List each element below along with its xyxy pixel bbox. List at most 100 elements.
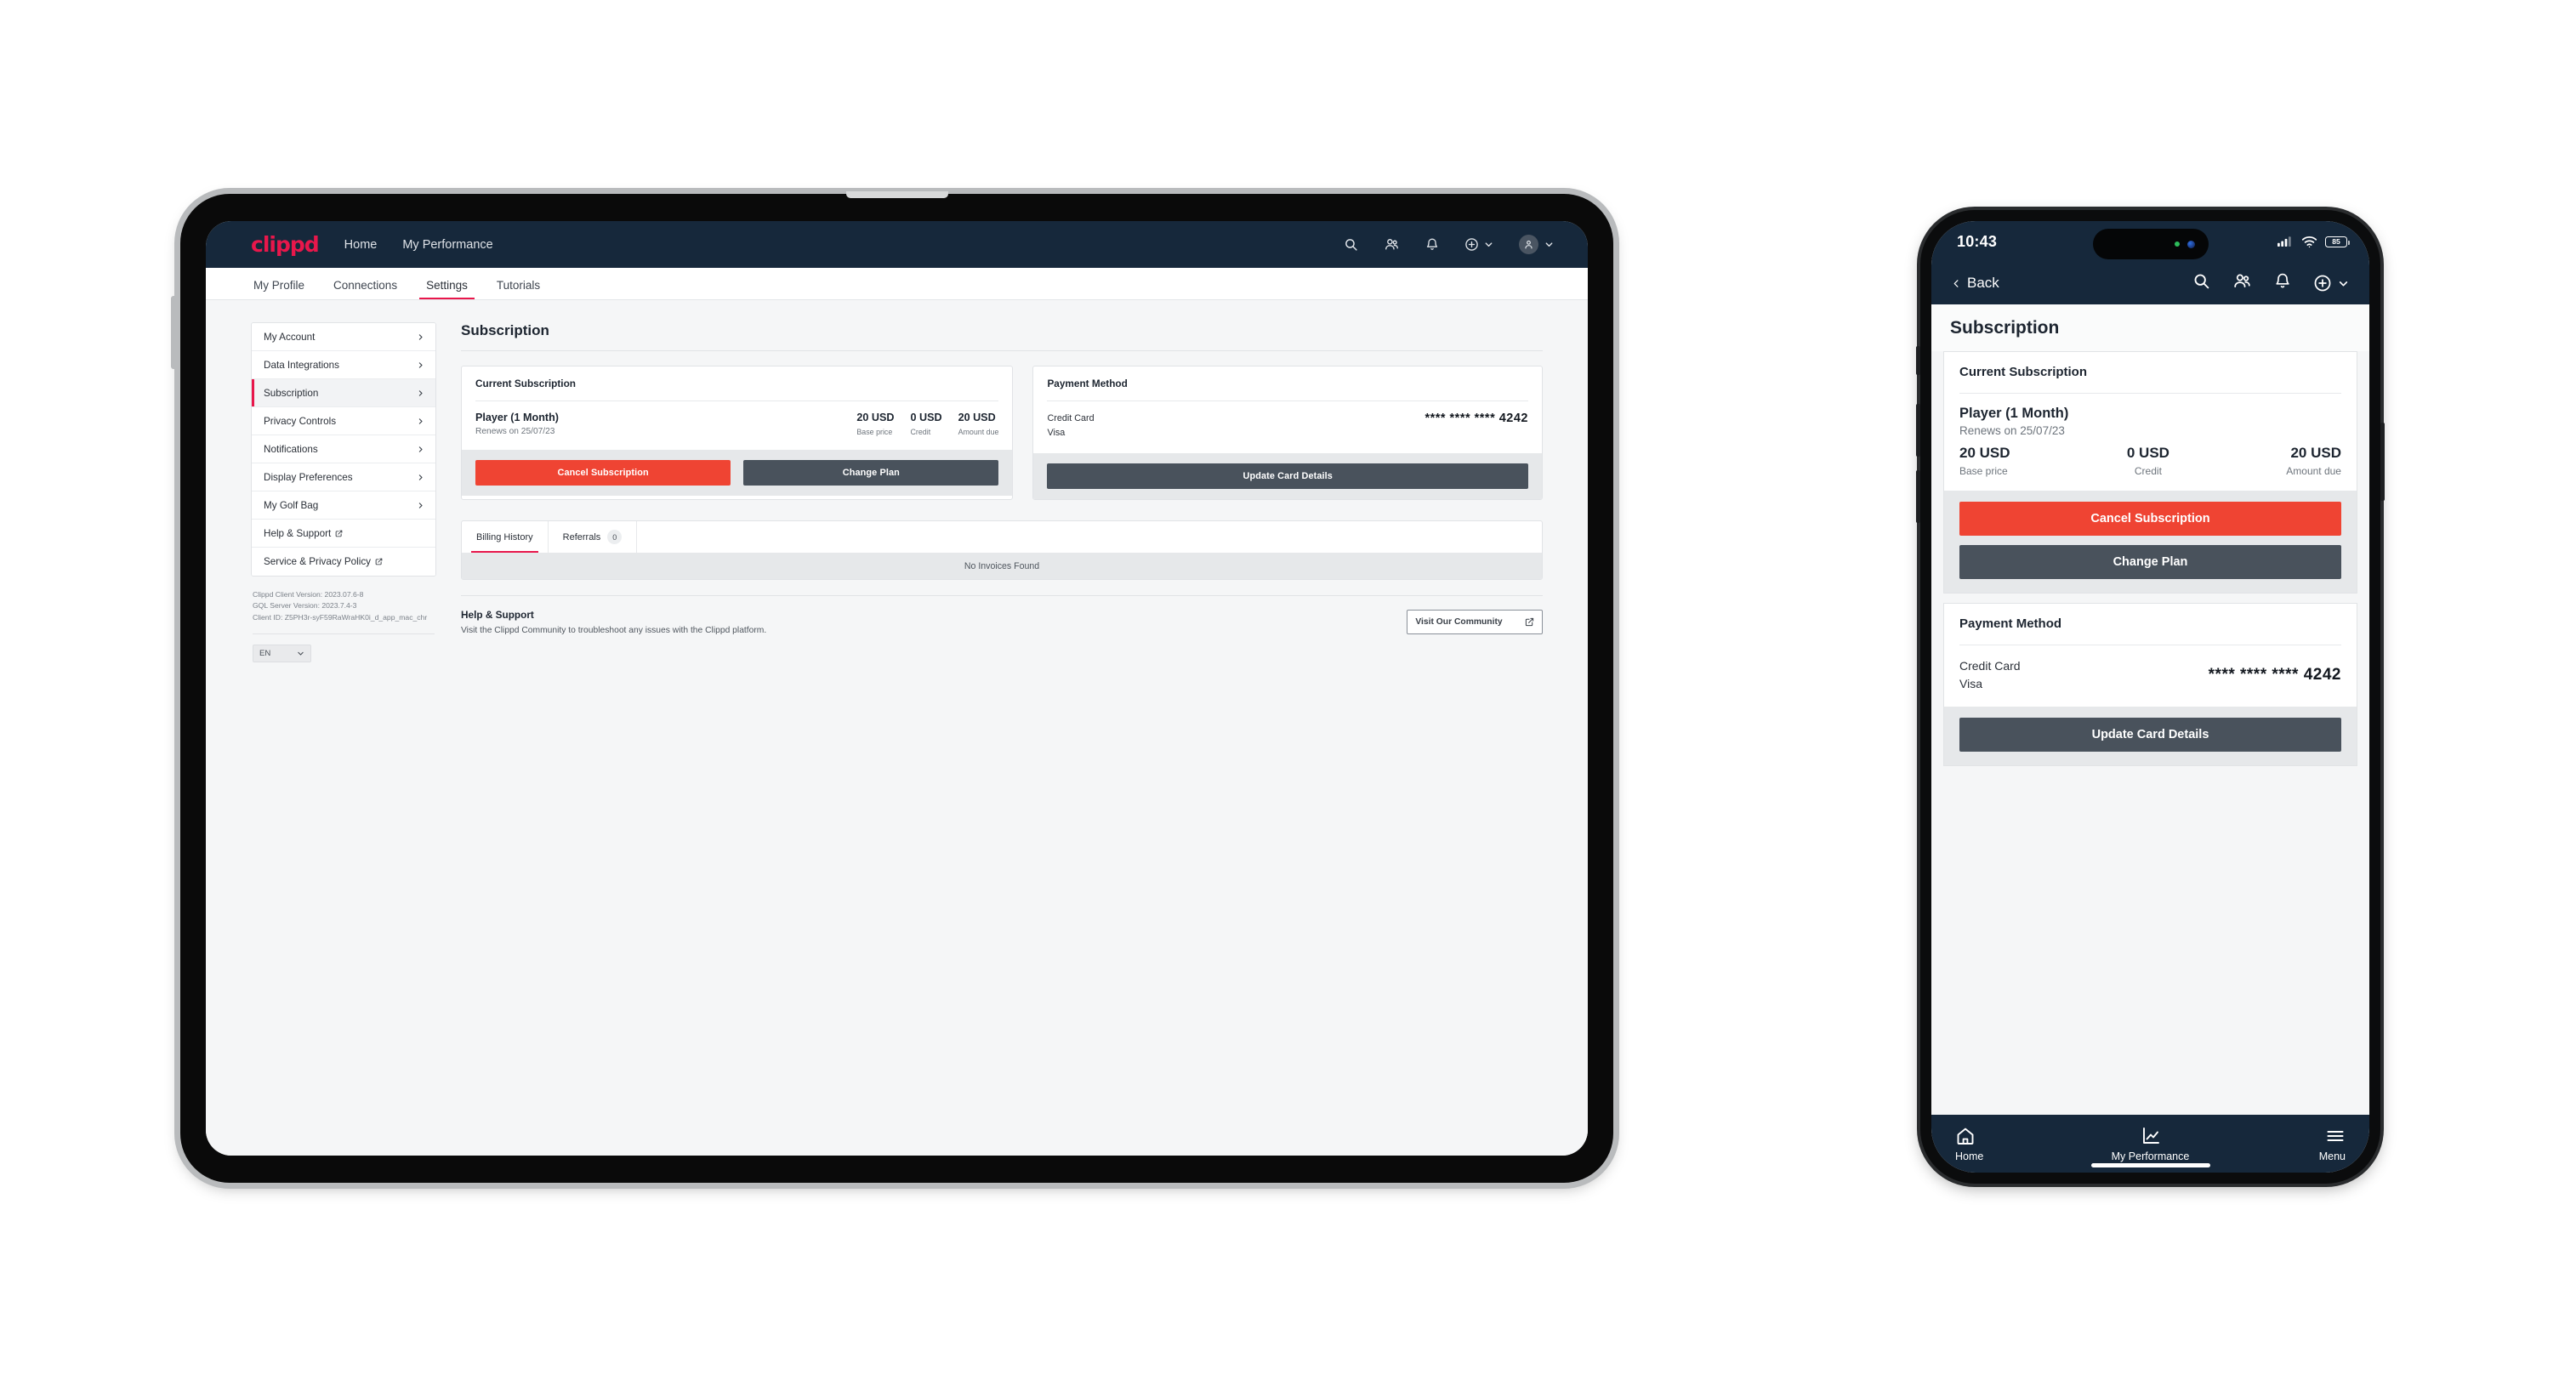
divider <box>253 633 435 634</box>
tablet-device-frame: clippd Home My Performance My Profile Co… <box>171 191 1613 1183</box>
phone-volume-up-button[interactable] <box>1916 404 1920 457</box>
update-card-details-button[interactable]: Update Card Details <box>1959 718 2341 752</box>
visit-community-button[interactable]: Visit Our Community <box>1407 610 1543 635</box>
tabbar-item-home[interactable]: Home <box>1955 1126 2085 1162</box>
payment-method-card: Payment Method Credit Card Visa **** ***… <box>1943 603 2357 766</box>
amount-label: Amount due <box>2286 465 2341 477</box>
amount-label: Credit <box>2134 465 2162 477</box>
tab-label: Referrals <box>562 531 601 542</box>
tab-settings[interactable]: Settings <box>419 279 475 299</box>
sidebar-item-help-support[interactable]: Help & Support <box>252 520 435 548</box>
tabbar-item-menu[interactable]: Menu <box>2215 1126 2346 1162</box>
phone-screen: 10:43 85 Back Subscription Current Subsc… <box>1931 221 2369 1173</box>
tab-tutorials[interactable]: Tutorials <box>494 279 543 299</box>
back-button[interactable]: Back <box>1952 275 1999 292</box>
tabbar-item-my-performance[interactable]: My Performance <box>2085 1126 2215 1162</box>
server-version: GQL Server Version: 2023.7.4-3 <box>253 601 357 611</box>
client-version: Clippd Client Version: 2023.07.6-8 <box>253 590 364 599</box>
screenshot-stage: clippd Home My Performance My Profile Co… <box>0 0 2576 1386</box>
cancel-subscription-button[interactable]: Cancel Subscription <box>1959 502 2341 536</box>
people-icon[interactable] <box>2232 272 2252 294</box>
chevron-down-icon <box>298 651 304 656</box>
chevron-down-icon <box>1485 242 1493 247</box>
sidebar-item-display-preferences[interactable]: Display Preferences <box>252 463 435 491</box>
plus-circle-menu[interactable] <box>1464 237 1493 252</box>
sidebar-item-my-account[interactable]: My Account <box>252 323 435 351</box>
bell-icon[interactable] <box>2274 272 2291 294</box>
people-icon[interactable] <box>1384 237 1400 252</box>
chevron-right-icon <box>418 418 423 424</box>
phone-power-button[interactable] <box>2380 423 2385 501</box>
tablet-side-button[interactable] <box>171 296 175 369</box>
sidebar-label: My Account <box>264 331 316 343</box>
sidebar-label: Data Integrations <box>264 359 340 371</box>
sidebar-label: Help & Support <box>264 527 332 539</box>
cellular-signal-icon <box>2277 236 2291 247</box>
chevron-down-icon <box>1545 242 1553 247</box>
divider <box>461 350 1543 351</box>
plan-renewal-date: Renews on 25/07/23 <box>475 427 555 436</box>
sidebar-item-subscription[interactable]: Subscription <box>252 379 435 407</box>
chevron-left-icon <box>1953 279 1959 287</box>
chevron-right-icon <box>418 333 423 340</box>
current-subscription-card: Current Subscription Player (1 Month) Re… <box>1943 351 2357 594</box>
update-card-details-button[interactable]: Update Card Details <box>1047 463 1528 490</box>
tablet-camera <box>845 191 948 198</box>
page-title: Subscription <box>1931 304 2369 351</box>
home-indicator[interactable] <box>2090 1163 2210 1167</box>
payment-method-card: Payment Method Credit Card Visa **** ***… <box>1032 366 1543 501</box>
change-plan-button[interactable]: Change Plan <box>1959 545 2341 579</box>
cancel-subscription-button[interactable]: Cancel Subscription <box>475 460 731 486</box>
card-title: Payment Method <box>1047 378 1128 389</box>
card-number-masked: **** **** **** 4242 <box>2208 666 2341 684</box>
current-subscription-card: Current Subscription Player (1 Month) Re… <box>461 366 1014 501</box>
payment-type: Credit Card <box>1047 413 1095 423</box>
amount-due: 20 USD Amount due <box>2286 445 2341 477</box>
amount-base-price: 20 USD Base price <box>1959 445 2010 477</box>
sidebar-label: Notifications <box>264 443 318 455</box>
amount-value: 20 USD <box>1959 445 2010 461</box>
phone-mute-switch[interactable] <box>1916 346 1920 375</box>
tab-my-profile[interactable]: My Profile <box>251 279 307 299</box>
clippd-logo[interactable]: clippd <box>251 232 320 257</box>
sidebar-item-service-privacy-policy[interactable]: Service & Privacy Policy <box>252 548 435 576</box>
sidebar-item-data-integrations[interactable]: Data Integrations <box>252 351 435 379</box>
sidebar-item-privacy-controls[interactable]: Privacy Controls <box>252 407 435 435</box>
card-title: Current Subscription <box>1959 365 2088 379</box>
camera-active-indicator <box>2174 241 2180 247</box>
search-icon[interactable] <box>1344 237 1358 252</box>
chevron-down-icon <box>2339 281 2348 286</box>
sidebar-label: Service & Privacy Policy <box>264 556 372 567</box>
topnav-home[interactable]: Home <box>344 238 378 252</box>
tab-billing-history[interactable]: Billing History <box>462 521 549 554</box>
sidebar-item-my-golf-bag[interactable]: My Golf Bag <box>252 491 435 520</box>
avatar-menu[interactable] <box>1519 235 1554 254</box>
topnav-my-performance[interactable]: My Performance <box>402 238 492 252</box>
amount-credit: 0 USD Credit <box>910 412 941 436</box>
chevron-right-icon <box>418 474 423 480</box>
plus-circle-menu[interactable] <box>2313 274 2349 293</box>
topbar-icons <box>1344 235 1588 254</box>
amount-value: 0 USD <box>910 412 942 423</box>
status-time: 10:43 <box>1957 232 1998 250</box>
battery-icon: 85 <box>2325 236 2350 247</box>
tab-connections[interactable]: Connections <box>331 279 400 299</box>
chevron-right-icon <box>418 502 423 508</box>
front-camera-lens <box>2186 240 2195 248</box>
client-id: Client ID: Z5PH3r-syF59RaWraHK0i_d_app_m… <box>253 612 428 622</box>
change-plan-button[interactable]: Change Plan <box>743 460 999 486</box>
language-select[interactable]: EN <box>253 644 311 662</box>
tab-referrals[interactable]: Referrals 0 <box>549 521 638 554</box>
billing-history-card: Billing History Referrals 0 No Invoices … <box>461 520 1543 581</box>
sidebar-label: Subscription <box>264 387 319 399</box>
amount-value: 20 USD <box>958 412 996 423</box>
search-icon[interactable] <box>2192 272 2210 294</box>
sidebar-label: Display Preferences <box>264 471 353 483</box>
help-title: Help & Support <box>461 609 534 622</box>
divider <box>475 400 999 401</box>
bell-icon[interactable] <box>1425 237 1439 252</box>
amount-due: 20 USD Amount due <box>958 412 999 436</box>
tabbar-label: Menu <box>2318 1150 2346 1162</box>
sidebar-item-notifications[interactable]: Notifications <box>252 435 435 463</box>
phone-volume-down-button[interactable] <box>1916 470 1920 523</box>
